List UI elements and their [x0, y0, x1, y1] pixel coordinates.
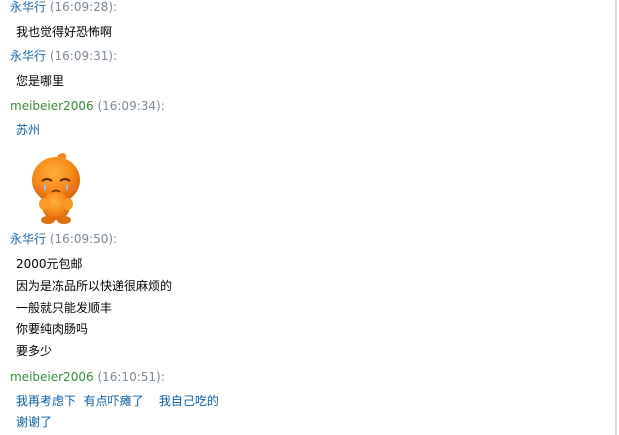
sender-name: meibeier2006: [10, 370, 94, 384]
timestamp: (16:09:50):: [49, 232, 118, 246]
sender-name: 永华行: [10, 232, 47, 246]
crying-orange-mascot-icon: [24, 150, 90, 228]
timestamp: (16:09:31):: [49, 49, 118, 63]
message-text: 一般就只能发顺丰: [16, 301, 113, 315]
chat-log: 永华行 (16:09:28): 我也觉得好恐怖啊 永华行 (16:09:31):…: [0, 0, 617, 435]
message-text: 2000元包邮: [16, 257, 83, 271]
message-text: 我也觉得好恐怖啊: [16, 25, 113, 39]
message-text: 苏州: [16, 123, 41, 137]
message-text: 你要纯肉肠吗: [16, 322, 89, 336]
message-text: 您是哪里: [16, 74, 65, 88]
timestamp: (16:10:51):: [97, 370, 165, 384]
message-header: 永华行 (16:09:31):: [10, 48, 117, 64]
message-header: 永华行 (16:09:50):: [10, 231, 117, 247]
message-header: meibeier2006 (16:09:34):: [10, 98, 165, 114]
timestamp: (16:09:28):: [49, 0, 118, 14]
message-text: 我再考虑下 有点吓瘫了 我自己吃的: [16, 394, 219, 408]
message-text: 要多少: [16, 344, 53, 358]
timestamp: (16:09:34):: [97, 99, 165, 113]
message-header: 永华行 (16:09:28):: [10, 0, 117, 15]
sender-name: 永华行: [10, 0, 47, 14]
message-text: 谢谢了: [16, 415, 53, 429]
sender-name: meibeier2006: [10, 99, 94, 113]
message-text: 因为是冻品所以快递很麻烦的: [16, 279, 173, 293]
message-header: meibeier2006 (16:10:51):: [10, 369, 165, 385]
sender-name: 永华行: [10, 49, 47, 63]
